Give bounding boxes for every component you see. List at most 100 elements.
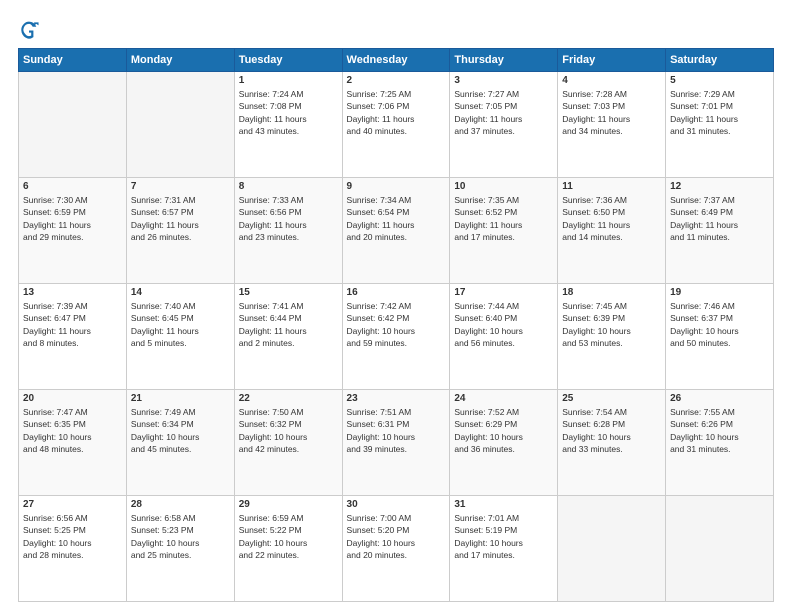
day-info: Sunrise: 7:39 AMSunset: 6:47 PMDaylight:… xyxy=(23,300,122,349)
day-info: Sunrise: 7:40 AMSunset: 6:45 PMDaylight:… xyxy=(131,300,230,349)
day-number: 31 xyxy=(454,499,553,510)
day-number: 25 xyxy=(562,393,661,404)
calendar-week-1: 1 Sunrise: 7:24 AMSunset: 7:08 PMDaylight… xyxy=(19,72,774,178)
day-number: 19 xyxy=(670,287,769,298)
day-number: 29 xyxy=(239,499,338,510)
day-number: 18 xyxy=(562,287,661,298)
day-number: 15 xyxy=(239,287,338,298)
day-number: 9 xyxy=(347,181,446,192)
calendar-cell: 25 Sunrise: 7:54 AMSunset: 6:28 PMDayligh… xyxy=(558,390,666,496)
calendar-header-row: SundayMondayTuesdayWednesdayThursdayFrid… xyxy=(19,49,774,72)
day-info: Sunrise: 7:01 AMSunset: 5:19 PMDaylight:… xyxy=(454,512,553,561)
day-number: 6 xyxy=(23,181,122,192)
calendar-header-friday: Friday xyxy=(558,49,666,72)
calendar-cell: 2 Sunrise: 7:25 AMSunset: 7:06 PMDaylight… xyxy=(342,72,450,178)
day-number: 1 xyxy=(239,75,338,86)
calendar-cell: 24 Sunrise: 7:52 AMSunset: 6:29 PMDayligh… xyxy=(450,390,558,496)
calendar-cell: 9 Sunrise: 7:34 AMSunset: 6:54 PMDaylight… xyxy=(342,178,450,284)
calendar-cell: 17 Sunrise: 7:44 AMSunset: 6:40 PMDayligh… xyxy=(450,284,558,390)
logo xyxy=(18,18,42,40)
day-number: 21 xyxy=(131,393,230,404)
day-number: 23 xyxy=(347,393,446,404)
calendar-cell: 28 Sunrise: 6:58 AMSunset: 5:23 PMDayligh… xyxy=(126,496,234,602)
calendar-week-5: 27 Sunrise: 6:56 AMSunset: 5:25 PMDayligh… xyxy=(19,496,774,602)
day-number: 14 xyxy=(131,287,230,298)
day-number: 12 xyxy=(670,181,769,192)
day-number: 26 xyxy=(670,393,769,404)
calendar-cell: 8 Sunrise: 7:33 AMSunset: 6:56 PMDaylight… xyxy=(234,178,342,284)
day-number: 10 xyxy=(454,181,553,192)
calendar-cell: 14 Sunrise: 7:40 AMSunset: 6:45 PMDayligh… xyxy=(126,284,234,390)
calendar-cell: 11 Sunrise: 7:36 AMSunset: 6:50 PMDayligh… xyxy=(558,178,666,284)
calendar-cell: 23Sunrise: 7:51 AMSunset: 6:31 PMDayligh… xyxy=(342,390,450,496)
day-number: 30 xyxy=(347,499,446,510)
day-number: 24 xyxy=(454,393,553,404)
header xyxy=(18,18,774,40)
day-number: 2 xyxy=(347,75,446,86)
day-number: 3 xyxy=(454,75,553,86)
calendar-cell xyxy=(558,496,666,602)
day-number: 27 xyxy=(23,499,122,510)
day-number: 7 xyxy=(131,181,230,192)
day-info: Sunrise: 7:46 AMSunset: 6:37 PMDaylight:… xyxy=(670,300,769,349)
day-info: Sunrise: 7:50 AMSunset: 6:32 PMDaylight:… xyxy=(239,406,338,455)
day-number: 8 xyxy=(239,181,338,192)
calendar-week-2: 6Sunrise: 7:30 AMSunset: 6:59 PMDaylight… xyxy=(19,178,774,284)
day-info: Sunrise: 7:33 AMSunset: 6:56 PMDaylight:… xyxy=(239,194,338,243)
calendar-cell: 7 Sunrise: 7:31 AMSunset: 6:57 PMDaylight… xyxy=(126,178,234,284)
calendar-cell: 16 Sunrise: 7:42 AMSunset: 6:42 PMDayligh… xyxy=(342,284,450,390)
calendar-cell: 30 Sunrise: 7:00 AMSunset: 5:20 PMDayligh… xyxy=(342,496,450,602)
day-info: Sunrise: 7:55 AMSunset: 6:26 PMDaylight:… xyxy=(670,406,769,455)
calendar-cell xyxy=(19,72,127,178)
calendar-cell: 18 Sunrise: 7:45 AMSunset: 6:39 PMDayligh… xyxy=(558,284,666,390)
day-info: Sunrise: 7:24 AMSunset: 7:08 PMDaylight:… xyxy=(239,88,338,137)
day-info: Sunrise: 7:34 AMSunset: 6:54 PMDaylight:… xyxy=(347,194,446,243)
calendar-week-4: 20 Sunrise: 7:47 AMSunset: 6:35 PMDayligh… xyxy=(19,390,774,496)
calendar-cell: 10 Sunrise: 7:35 AMSunset: 6:52 PMDayligh… xyxy=(450,178,558,284)
day-info: Sunrise: 7:42 AMSunset: 6:42 PMDaylight:… xyxy=(347,300,446,349)
day-info: Sunrise: 7:00 AMSunset: 5:20 PMDaylight:… xyxy=(347,512,446,561)
day-number: 28 xyxy=(131,499,230,510)
day-info: Sunrise: 6:58 AMSunset: 5:23 PMDaylight:… xyxy=(131,512,230,561)
day-info: Sunrise: 7:47 AMSunset: 6:35 PMDaylight:… xyxy=(23,406,122,455)
calendar-header-thursday: Thursday xyxy=(450,49,558,72)
day-info: Sunrise: 7:31 AMSunset: 6:57 PMDaylight:… xyxy=(131,194,230,243)
calendar-week-3: 13 Sunrise: 7:39 AMSunset: 6:47 PMDayligh… xyxy=(19,284,774,390)
day-info: Sunrise: 7:44 AMSunset: 6:40 PMDaylight:… xyxy=(454,300,553,349)
calendar-cell: 22 Sunrise: 7:50 AMSunset: 6:32 PMDayligh… xyxy=(234,390,342,496)
day-info: Sunrise: 7:41 AMSunset: 6:44 PMDaylight:… xyxy=(239,300,338,349)
day-info: Sunrise: 6:56 AMSunset: 5:25 PMDaylight:… xyxy=(23,512,122,561)
calendar-cell: 31 Sunrise: 7:01 AMSunset: 5:19 PMDayligh… xyxy=(450,496,558,602)
logo-icon xyxy=(18,18,40,40)
day-info: Sunrise: 7:36 AMSunset: 6:50 PMDaylight:… xyxy=(562,194,661,243)
calendar-cell: 19 Sunrise: 7:46 AMSunset: 6:37 PMDayligh… xyxy=(666,284,774,390)
day-number: 13 xyxy=(23,287,122,298)
calendar-cell: 15 Sunrise: 7:41 AMSunset: 6:44 PMDayligh… xyxy=(234,284,342,390)
calendar-header-sunday: Sunday xyxy=(19,49,127,72)
day-number: 4 xyxy=(562,75,661,86)
day-info: Sunrise: 7:49 AMSunset: 6:34 PMDaylight:… xyxy=(131,406,230,455)
calendar-cell: 21 Sunrise: 7:49 AMSunset: 6:34 PMDayligh… xyxy=(126,390,234,496)
calendar-cell: 6Sunrise: 7:30 AMSunset: 6:59 PMDaylight… xyxy=(19,178,127,284)
day-number: 11 xyxy=(562,181,661,192)
calendar-cell: 26 Sunrise: 7:55 AMSunset: 6:26 PMDayligh… xyxy=(666,390,774,496)
calendar-cell: 27 Sunrise: 6:56 AMSunset: 5:25 PMDayligh… xyxy=(19,496,127,602)
day-info: Sunrise: 7:54 AMSunset: 6:28 PMDaylight:… xyxy=(562,406,661,455)
calendar-cell: 5Sunrise: 7:29 AMSunset: 7:01 PMDaylight… xyxy=(666,72,774,178)
calendar-header-saturday: Saturday xyxy=(666,49,774,72)
day-number: 20 xyxy=(23,393,122,404)
day-info: Sunrise: 7:37 AMSunset: 6:49 PMDaylight:… xyxy=(670,194,769,243)
day-info: Sunrise: 7:45 AMSunset: 6:39 PMDaylight:… xyxy=(562,300,661,349)
day-info: Sunrise: 7:35 AMSunset: 6:52 PMDaylight:… xyxy=(454,194,553,243)
day-number: 16 xyxy=(347,287,446,298)
day-number: 22 xyxy=(239,393,338,404)
day-number: 17 xyxy=(454,287,553,298)
calendar-cell: 3Sunrise: 7:27 AMSunset: 7:05 PMDaylight… xyxy=(450,72,558,178)
calendar-cell: 4Sunrise: 7:28 AMSunset: 7:03 PMDaylight… xyxy=(558,72,666,178)
calendar-header-monday: Monday xyxy=(126,49,234,72)
day-info: Sunrise: 7:25 AMSunset: 7:06 PMDaylight:… xyxy=(347,88,446,137)
calendar-table: SundayMondayTuesdayWednesdayThursdayFrid… xyxy=(18,48,774,602)
calendar-cell: 12 Sunrise: 7:37 AMSunset: 6:49 PMDayligh… xyxy=(666,178,774,284)
day-info: Sunrise: 7:29 AMSunset: 7:01 PMDaylight:… xyxy=(670,88,769,137)
day-info: Sunrise: 7:52 AMSunset: 6:29 PMDaylight:… xyxy=(454,406,553,455)
